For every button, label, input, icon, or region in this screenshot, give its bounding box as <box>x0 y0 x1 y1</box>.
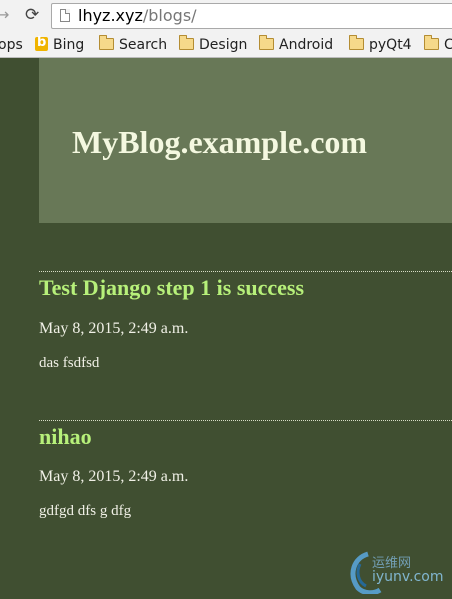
page-icon <box>60 9 70 22</box>
folder-icon <box>424 35 439 50</box>
folder-icon <box>99 35 114 50</box>
watermark-domain: iyunv.com <box>372 569 444 585</box>
post-title-link[interactable]: nihao <box>39 424 92 450</box>
bookmark-folder-android[interactable]: Android <box>259 35 334 54</box>
folder-icon <box>349 35 364 50</box>
url-path: /blogs/ <box>142 6 197 25</box>
watermark-logo: 运维网 iyunv.com <box>346 544 452 596</box>
blog-post: nihao May 8, 2015, 2:49 a.m. gdfgd dfs g… <box>39 420 452 561</box>
post-date: May 8, 2015, 2:49 a.m. <box>39 468 189 485</box>
post-date: May 8, 2015, 2:49 a.m. <box>39 320 189 337</box>
url-host: lhyz.xyz <box>78 6 143 25</box>
bookmark-label: ops <box>0 37 23 53</box>
post-body: gdfgd dfs g dfg <box>39 503 132 519</box>
bookmark-folder-pyqt4[interactable]: pyQt4 <box>349 35 412 54</box>
bookmark-label: Search <box>119 37 168 53</box>
browser-toolbar: → ⟳ lhyz.xyz/blogs/ <box>0 0 452 32</box>
site-header: MyBlog.example.com <box>39 58 452 223</box>
reload-icon[interactable]: ⟳ <box>25 6 43 24</box>
bookmark-folder-design[interactable]: Design <box>179 35 248 54</box>
url-text[interactable]: lhyz.xyz/blogs/ <box>78 7 197 25</box>
bookmark-label: Bing <box>53 37 85 53</box>
post-title-link[interactable]: Test Django step 1 is success <box>39 275 304 301</box>
site-title[interactable]: MyBlog.example.com <box>72 124 367 161</box>
bookmark-label: Android <box>279 37 334 53</box>
bookmark-folder-c[interactable]: C <box>424 35 452 54</box>
bookmark-folder-search[interactable]: Search <box>99 35 168 54</box>
folder-icon <box>179 35 194 50</box>
blog-post: Test Django step 1 is success May 8, 201… <box>39 271 452 412</box>
folder-icon <box>259 35 274 50</box>
bookmark-bing[interactable]: Bing <box>35 34 85 54</box>
bookmark-label: pyQt4 <box>369 37 412 53</box>
post-body: das fsdfsd <box>39 355 100 371</box>
bookmark-label: C <box>444 37 452 53</box>
bing-icon <box>35 34 48 52</box>
bookmark-label: Design <box>199 37 248 53</box>
bookmark-apps[interactable]: ops <box>0 36 23 54</box>
bookmarks-bar: ops Bing Search Design Android pyQt4 C <box>0 32 452 58</box>
back-arrow-icon[interactable]: → <box>0 6 14 24</box>
address-bar[interactable]: lhyz.xyz/blogs/ <box>51 3 452 29</box>
